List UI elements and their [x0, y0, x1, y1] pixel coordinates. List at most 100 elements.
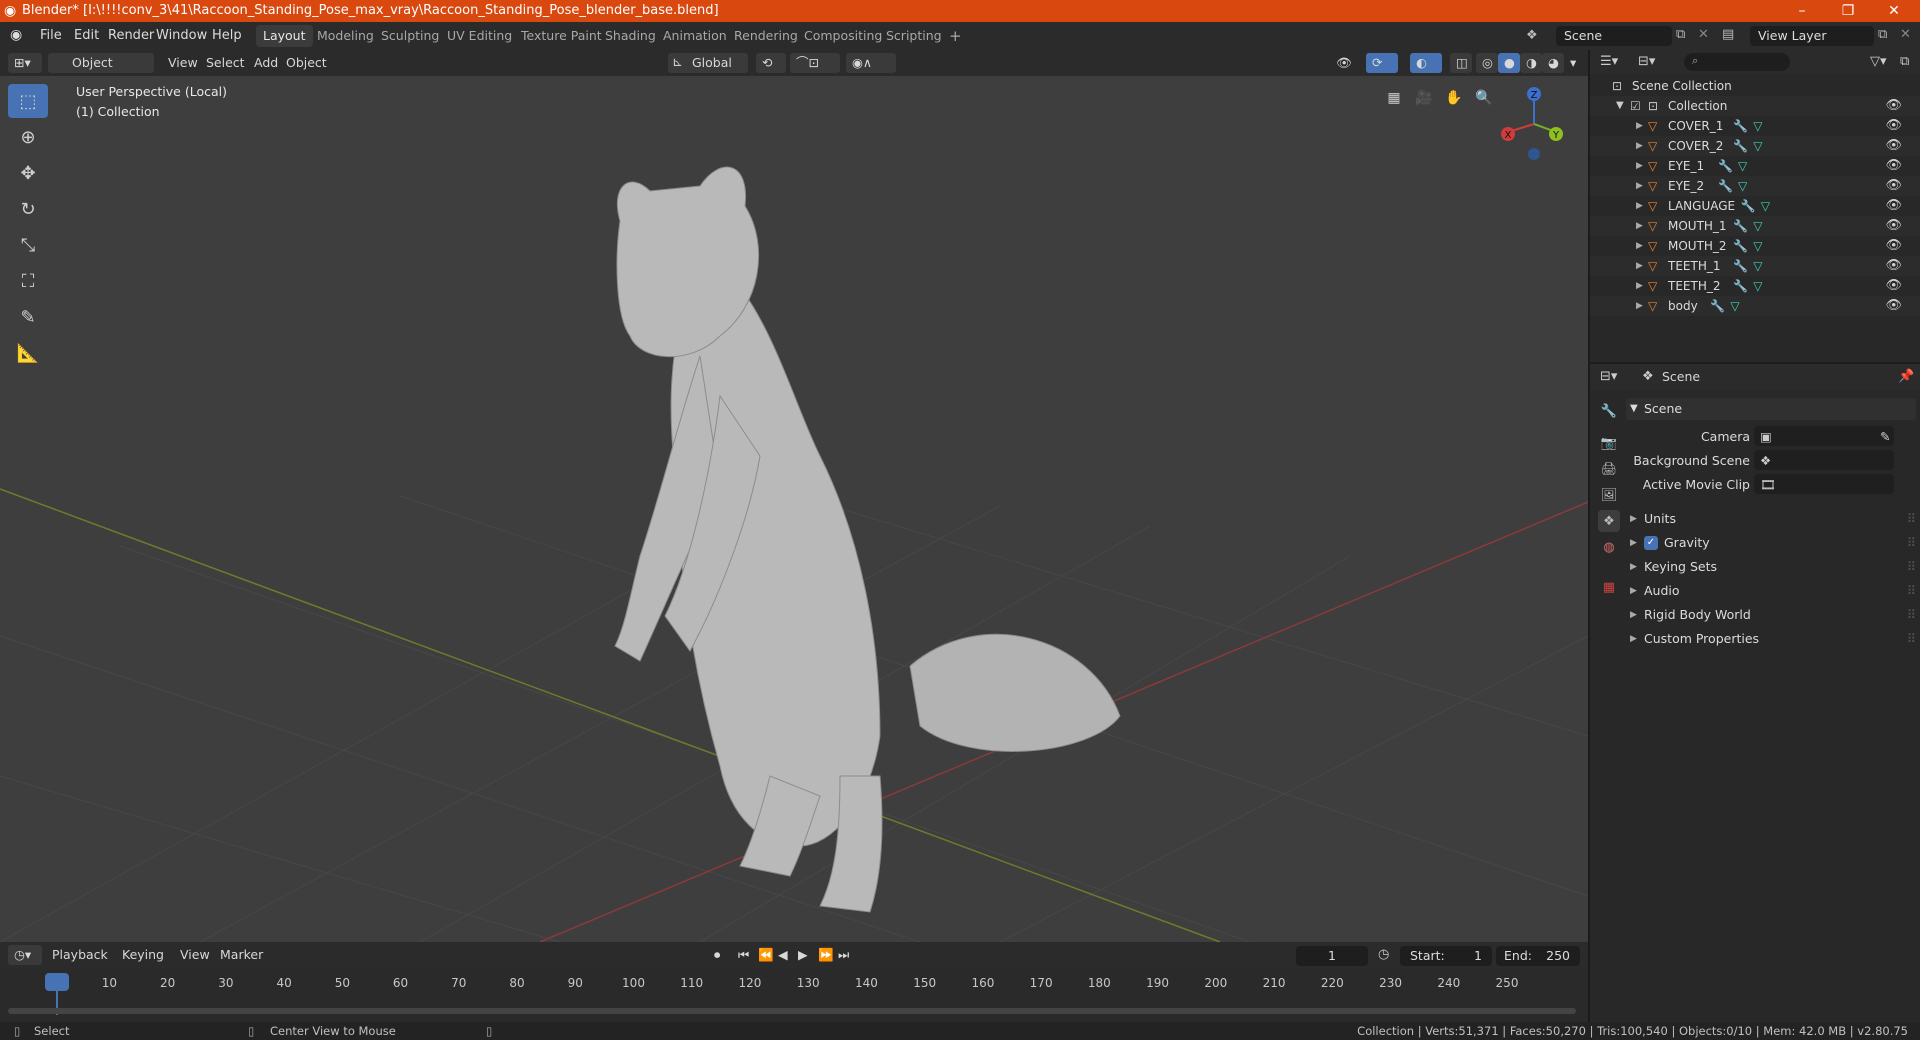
output-tab-icon[interactable]: 🖨: [1598, 458, 1620, 480]
expand-arrow-icon[interactable]: ▶: [1636, 196, 1643, 216]
mesh-data-icon[interactable]: ▽: [1738, 156, 1747, 176]
world-tab-icon[interactable]: ◍: [1598, 536, 1620, 558]
outliner-editor-type-icon[interactable]: ☰▾: [1600, 54, 1618, 69]
scale-tool-icon[interactable]: ⤡: [8, 228, 48, 262]
mesh-data-icon[interactable]: ▽: [1753, 236, 1762, 256]
navigation-gizmo[interactable]: Z X Y: [1494, 82, 1564, 162]
new-collection-icon[interactable]: ⧉: [1900, 54, 1909, 69]
tab-animation[interactable]: Animation: [656, 25, 734, 47]
outliner-object-row[interactable]: ▶ ▽ LANGUAGE 🔧 ▽ 👁: [1590, 196, 1920, 216]
modifier-icon[interactable]: 🔧: [1733, 276, 1748, 296]
outliner-object-row[interactable]: ▶ ▽ MOUTH_1 🔧 ▽ 👁: [1590, 216, 1920, 236]
raccoon-model[interactable]: [614, 166, 1121, 913]
new-scene-icon[interactable]: ⧉: [1676, 27, 1685, 42]
expand-arrow-icon[interactable]: ▶: [1636, 116, 1643, 136]
outliner-object-row[interactable]: ▶ ▽ COVER_2 🔧 ▽ 👁: [1590, 136, 1920, 156]
tab-uv-editing[interactable]: UV Editing: [440, 25, 519, 47]
maximize-button[interactable]: ❐: [1828, 0, 1868, 22]
mesh-data-icon[interactable]: ▽: [1761, 196, 1770, 216]
outliner-object-row[interactable]: ▶ ▽ EYE_2 🔧 ▽ 👁: [1590, 176, 1920, 196]
snap-icon[interactable]: ⌒⊡: [790, 53, 840, 73]
rendered-shading-icon[interactable]: ◕: [1542, 53, 1564, 73]
keying-menu[interactable]: Keying: [116, 945, 170, 965]
mesh-data-icon[interactable]: ▽: [1738, 176, 1747, 196]
checkbox-icon[interactable]: ☑: [1630, 96, 1641, 116]
toggle-view-grid-icon[interactable]: ▦: [1383, 90, 1405, 112]
visibility-eye-icon[interactable]: 👁: [1885, 136, 1902, 156]
timeline-editor-type-icon[interactable]: ◷▾: [8, 945, 42, 965]
timeline-area[interactable]: 1102030405060708090100110120130140150160…: [0, 970, 1588, 1022]
view-layer-browse-icon[interactable]: ▤: [1722, 27, 1734, 42]
select-box-tool-icon[interactable]: ⬚: [8, 84, 48, 118]
tab-texture-paint[interactable]: Texture Paint: [514, 25, 609, 47]
pivot-point-icon[interactable]: ⟲: [756, 53, 786, 73]
close-button[interactable]: ✕: [1874, 0, 1914, 22]
drag-handle-icon[interactable]: ⠿: [1907, 532, 1916, 554]
minimize-button[interactable]: –: [1782, 0, 1822, 22]
tab-modeling[interactable]: Modeling: [310, 25, 381, 47]
mesh-data-icon[interactable]: ▽: [1753, 256, 1762, 276]
visibility-eye-icon[interactable]: 👁: [1885, 276, 1902, 296]
expand-arrow-icon[interactable]: ▶: [1636, 276, 1643, 296]
drag-handle-icon[interactable]: ⠿: [1907, 508, 1916, 530]
mesh-data-icon[interactable]: ▽: [1753, 216, 1762, 236]
modifier-icon[interactable]: 🔧: [1741, 196, 1756, 216]
tab-layout[interactable]: Layout: [256, 25, 313, 47]
drag-handle-icon[interactable]: ⠿: [1907, 556, 1916, 578]
texture-tab-icon[interactable]: ▦: [1598, 576, 1620, 598]
expand-arrow-icon[interactable]: ▶: [1636, 236, 1643, 256]
visibility-eye-icon[interactable]: 👁: [1885, 296, 1902, 316]
tab-sculpting[interactable]: Sculpting: [374, 25, 446, 47]
marker-menu[interactable]: Marker: [214, 945, 269, 965]
mesh-data-icon[interactable]: ▽: [1753, 116, 1762, 136]
gravity-checkbox[interactable]: ✓: [1644, 536, 1658, 550]
3d-viewport[interactable]: User Perspective (Local) (1) Collection …: [0, 76, 1588, 942]
drag-handle-icon[interactable]: ⠿: [1907, 628, 1916, 650]
measure-tool-icon[interactable]: 📐: [8, 336, 48, 370]
view-layer-tab-icon[interactable]: 🖼: [1598, 484, 1620, 506]
menu-view[interactable]: View: [162, 53, 204, 73]
properties-subpanel-header[interactable]: ▶ Audio ⠿: [1626, 580, 1916, 602]
mode-selector[interactable]: Object Mode: [48, 53, 154, 90]
menu-select[interactable]: Select: [200, 53, 251, 73]
tab-compositing[interactable]: Compositing: [797, 25, 889, 47]
scene-browse-icon[interactable]: ❖: [1526, 28, 1538, 43]
tool-tab-icon[interactable]: 🔧: [1598, 400, 1620, 422]
expand-arrow-icon[interactable]: ▶: [1636, 136, 1643, 156]
tab-scripting[interactable]: Scripting: [879, 25, 949, 47]
camera-view-icon[interactable]: 🎥: [1413, 90, 1435, 112]
menu-help[interactable]: Help: [206, 22, 248, 50]
record-icon[interactable]: ⏺: [708, 945, 726, 965]
preview-range-icon[interactable]: ◷: [1378, 947, 1389, 962]
outliner-object-row[interactable]: ▶ ▽ MOUTH_2 🔧 ▽ 👁: [1590, 236, 1920, 256]
visibility-eye-icon[interactable]: 👁: [1885, 236, 1902, 256]
play-reverse-icon[interactable]: ◀: [772, 945, 794, 965]
visibility-icon[interactable]: 👁: [1330, 53, 1360, 73]
axis-y-label[interactable]: Y: [1552, 130, 1560, 141]
tab-shading[interactable]: Shading: [598, 25, 663, 47]
menu-edit[interactable]: Edit: [68, 22, 105, 50]
visibility-eye-icon[interactable]: 👁: [1885, 216, 1902, 236]
add-workspace-button[interactable]: +: [942, 25, 969, 47]
outliner-object-row[interactable]: ▶ ▽ TEETH_1 🔧 ▽ 👁: [1590, 256, 1920, 276]
expand-arrow-icon[interactable]: ▶: [1636, 256, 1643, 276]
tab-rendering[interactable]: Rendering: [727, 25, 805, 47]
modifier-icon[interactable]: 🔧: [1733, 256, 1748, 276]
modifier-icon[interactable]: 🔧: [1733, 136, 1748, 156]
scene-collection-row[interactable]: ⊡ Scene Collection: [1590, 76, 1920, 96]
pin-icon[interactable]: 📌: [1898, 369, 1914, 384]
properties-subpanel-header[interactable]: ▶ Units ⠿: [1626, 508, 1916, 530]
menu-file[interactable]: File: [34, 22, 68, 50]
timeline-view-menu[interactable]: View: [174, 945, 216, 965]
pan-view-icon[interactable]: ✋: [1443, 90, 1465, 112]
filter-icon[interactable]: ▽▾: [1870, 54, 1887, 69]
delete-scene-icon[interactable]: ✕: [1698, 27, 1709, 42]
jump-end-icon[interactable]: ⏭: [832, 945, 855, 965]
current-frame-field[interactable]: 1: [1296, 946, 1368, 966]
expand-arrow-icon[interactable]: ▶: [1636, 296, 1643, 316]
modifier-icon[interactable]: 🔧: [1733, 236, 1748, 256]
background-scene-field[interactable]: [1754, 450, 1894, 470]
render-tab-icon[interactable]: 📷: [1598, 432, 1620, 454]
expand-arrow-icon[interactable]: ▶: [1636, 156, 1643, 176]
visibility-eye-icon[interactable]: 👁: [1885, 196, 1902, 216]
